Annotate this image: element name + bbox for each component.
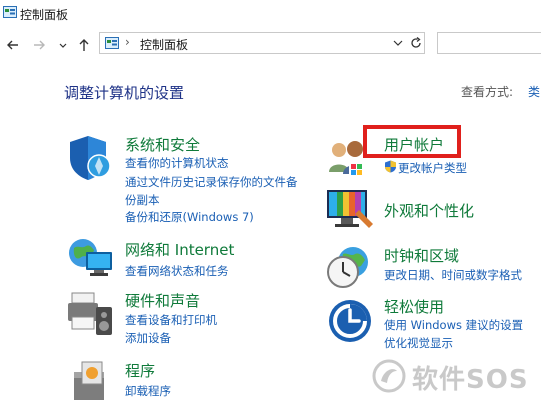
printer-speaker-icon[interactable] <box>66 291 116 337</box>
category-programs[interactable]: 程序 <box>125 360 155 381</box>
highlight-box <box>363 125 461 158</box>
recent-locations-chevron-icon[interactable] <box>58 37 68 53</box>
programs-box-icon[interactable] <box>70 358 110 402</box>
category-clock-region[interactable]: 时钟和区域 <box>384 245 459 266</box>
breadcrumb-control-panel[interactable]: 控制面板 <box>140 36 188 53</box>
link-recommended-settings[interactable]: 使用 Windows 建议的设置 <box>384 317 523 333</box>
category-hardware-sound[interactable]: 硬件和声音 <box>125 290 200 311</box>
window-title: 控制面板 <box>20 8 69 22</box>
search-input[interactable] <box>437 32 541 54</box>
chevron-down-icon[interactable] <box>393 38 403 48</box>
category-appearance[interactable]: 外观和个性化 <box>384 200 474 221</box>
clock-globe-icon[interactable] <box>325 244 375 290</box>
link-network-status[interactable]: 查看网络状态和任务 <box>125 263 229 279</box>
view-by-label: 查看方式: <box>461 85 514 99</box>
watermark-logo-icon <box>372 359 406 393</box>
up-arrow-icon[interactable] <box>76 37 92 53</box>
link-optimize-visual-display[interactable]: 优化视觉显示 <box>384 335 453 351</box>
shield-icon[interactable] <box>66 133 116 183</box>
network-globe-icon[interactable] <box>66 236 116 282</box>
link-devices-printers[interactable]: 查看设备和打印机 <box>125 312 217 328</box>
watermark: 软件SOS <box>372 355 541 399</box>
link-backup-restore[interactable]: 备份和还原(Windows 7) <box>125 209 254 225</box>
category-system-security[interactable]: 系统和安全 <box>125 134 200 155</box>
refresh-icon[interactable] <box>409 36 423 50</box>
watermark-text: 软件SOS <box>412 365 529 395</box>
link-add-device[interactable]: 添加设备 <box>125 330 171 346</box>
link-change-account-type[interactable]: 更改帐户类型 <box>398 160 467 176</box>
link-change-date-time-format[interactable]: 更改日期、时间或数字格式 <box>384 267 522 283</box>
title-bar: 控制面板 <box>0 0 541 30</box>
breadcrumb-separator[interactable]: › <box>125 35 130 49</box>
address-bar[interactable]: › 控制面板 <box>99 32 425 54</box>
link-file-history-backup[interactable]: 通过文件历史记录保存你的文件备 <box>125 174 298 190</box>
forward-arrow-icon[interactable] <box>31 37 47 53</box>
page-heading: 调整计算机的设置 <box>64 84 185 102</box>
category-network[interactable]: 网络和 Internet <box>125 239 234 260</box>
control-panel-icon <box>105 37 119 49</box>
back-arrow-icon[interactable] <box>5 37 21 53</box>
view-by-dropdown[interactable]: 类 <box>528 83 540 100</box>
ease-of-access-icon[interactable] <box>327 298 373 344</box>
appearance-monitor-icon[interactable] <box>325 188 375 234</box>
link-file-history-backup-cont[interactable]: 份副本 <box>125 192 160 208</box>
link-view-computer-status[interactable]: 查看你的计算机状态 <box>125 155 229 171</box>
uac-shield-icon <box>385 160 396 173</box>
category-ease-of-access[interactable]: 轻松使用 <box>384 296 444 317</box>
link-uninstall-program[interactable]: 卸载程序 <box>125 383 171 399</box>
control-panel-icon <box>3 6 17 18</box>
